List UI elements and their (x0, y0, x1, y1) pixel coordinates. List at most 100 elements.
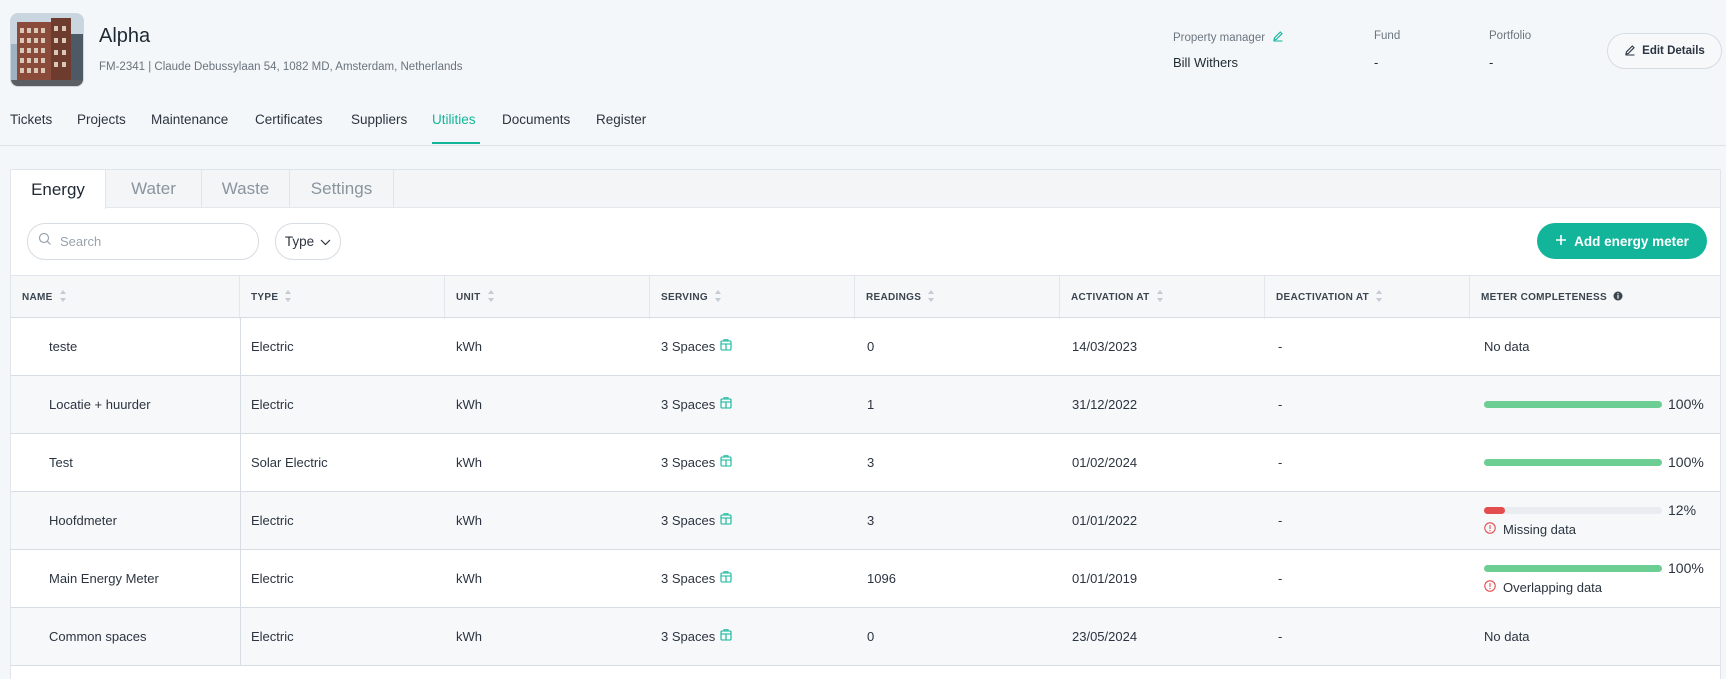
cell-readings: 1096 (867, 550, 896, 607)
column-header-completeness-text: METER COMPLETENESS (1481, 292, 1607, 303)
search-input[interactable] (60, 234, 240, 249)
tab-tickets[interactable]: Tickets (10, 112, 52, 127)
sort-icon[interactable] (714, 289, 722, 306)
cell-deactivation-text: - (1278, 339, 1283, 354)
cell-readings-text: 3 (867, 513, 875, 528)
table-row[interactable]: Main Energy Meter Electric kWh 3 Spaces 1096… (11, 550, 1720, 608)
progress-bar-fill (1484, 459, 1662, 466)
tab-suppliers[interactable]: Suppliers (351, 112, 407, 127)
cell-unit-text: kWh (456, 397, 482, 412)
cell-serving[interactable]: 3 Spaces (661, 608, 732, 665)
type-filter-dropdown[interactable]: Type (275, 223, 341, 260)
property-manager-value: Bill Withers (1173, 55, 1239, 70)
cell-serving[interactable]: 3 Spaces (661, 376, 732, 433)
cell-serving[interactable]: 3 Spaces (661, 550, 732, 607)
cell-serving[interactable]: 3 Spaces (661, 318, 732, 375)
progress-bar-fill (1484, 401, 1662, 408)
cell-name-text: Common spaces (49, 629, 147, 644)
chevron-down-icon (320, 234, 331, 249)
sort-icon[interactable] (487, 289, 495, 306)
cell-name: Test (49, 434, 73, 491)
column-header-completeness: METER COMPLETENESS (1470, 276, 1720, 319)
cell-name: teste (49, 318, 77, 375)
cell-name-text: Test (49, 455, 73, 470)
completeness-progress: 100% (1484, 376, 1714, 433)
pencil-icon (1624, 44, 1636, 59)
cell-serving-text: 3 Spaces (661, 455, 716, 470)
tab-projects[interactable]: Projects (77, 112, 126, 127)
search-box[interactable] (27, 223, 259, 260)
column-header-name-text: NAME (22, 292, 53, 303)
cell-type-text: Electric (251, 571, 294, 586)
cell-name-text: Locatie + huurder (49, 397, 151, 412)
cell-serving-text: 3 Spaces (661, 397, 716, 412)
cell-unit: kWh (456, 492, 482, 549)
spaces-icon (720, 339, 732, 354)
cell-type-text: Electric (251, 397, 294, 412)
sort-icon[interactable] (59, 289, 67, 306)
column-header-deactivation[interactable]: DEACTIVATION AT (1265, 276, 1470, 319)
cell-serving[interactable]: 3 Spaces (661, 434, 732, 491)
spaces-icon (720, 629, 732, 644)
subtab-water[interactable]: Water (106, 170, 202, 208)
cell-deactivation: - (1278, 434, 1282, 491)
cell-type: Electric (251, 608, 294, 665)
property-header: Alpha FM-2341 | Claude Debussylaan 54, 1… (0, 0, 1726, 100)
cell-serving[interactable]: 3 Spaces (661, 492, 732, 549)
edit-details-button[interactable]: Edit Details (1607, 33, 1722, 69)
tab-documents[interactable]: Documents (502, 112, 570, 127)
spaces-icon (720, 571, 732, 586)
column-header-type-text: TYPE (251, 292, 279, 303)
tab-certificates[interactable]: Certificates (255, 112, 323, 127)
column-header-serving[interactable]: SERVING (650, 276, 855, 319)
completeness-progress: 12% Missing data (1484, 492, 1714, 549)
subtab-energy[interactable]: Energy (11, 170, 106, 209)
sort-icon[interactable] (284, 289, 292, 306)
cell-activation: 01/01/2019 (1072, 550, 1137, 607)
cell-unit: kWh (456, 608, 482, 665)
table-row[interactable]: Common spaces Electric kWh 3 Spaces 0 23/05/2… (11, 608, 1720, 666)
tab-maintenance[interactable]: Maintenance (151, 112, 228, 127)
subtab-settings[interactable]: Settings (290, 170, 394, 208)
column-header-readings[interactable]: READINGS (855, 276, 1060, 319)
active-tab-indicator (432, 142, 480, 144)
cell-activation-text: 01/01/2019 (1072, 571, 1138, 586)
cell-deactivation-text: - (1278, 455, 1283, 470)
tab-utilities[interactable]: Utilities (432, 112, 476, 127)
table-row[interactable]: Hoofdmeter Electric kWh 3 Spaces 3 01/01/2022… (11, 492, 1720, 550)
sort-icon[interactable] (927, 289, 935, 306)
sort-icon[interactable] (1375, 289, 1383, 306)
table-row[interactable]: Locatie + huurder Electric kWh 3 Spaces 1 31/… (11, 376, 1720, 434)
column-divider (240, 550, 241, 607)
info-icon[interactable] (1613, 291, 1623, 304)
cell-unit: kWh (456, 376, 482, 433)
completeness-warning: Missing data (1484, 522, 1576, 537)
column-header-name[interactable]: NAME (11, 276, 240, 319)
cell-name: Main Energy Meter (49, 550, 159, 607)
column-header-activation[interactable]: ACTIVATION AT (1060, 276, 1265, 319)
table-row[interactable]: teste Electric kWh 3 Spaces 0 14/03/2023 - No d… (11, 318, 1720, 376)
add-energy-meter-button[interactable]: Add energy meter (1537, 223, 1707, 259)
cell-readings: 3 (867, 492, 874, 549)
column-header-type[interactable]: TYPE (240, 276, 445, 319)
tab-register[interactable]: Register (596, 112, 646, 127)
edit-manager-icon[interactable] (1272, 30, 1284, 45)
table-row[interactable]: Test Solar Electric kWh 3 Spaces 3 01/02/2024… (11, 434, 1720, 492)
main-tabs: Tickets Projects Maintenance Certificate… (0, 100, 1726, 146)
sort-icon[interactable] (1156, 289, 1164, 306)
progress-bar-track (1484, 401, 1662, 408)
column-header-unit[interactable]: UNIT (445, 276, 650, 319)
cell-name: Hoofdmeter (49, 492, 117, 549)
cell-activation-text: 01/02/2024 (1072, 455, 1138, 470)
cell-deactivation: - (1278, 318, 1282, 375)
cell-serving-text: 3 Spaces (661, 629, 716, 644)
cell-name-text: Hoofdmeter (49, 513, 117, 528)
progress-bar-fill (1484, 565, 1662, 572)
subtab-waste[interactable]: Waste (202, 170, 290, 208)
cell-serving-text: 3 Spaces (661, 571, 716, 586)
cell-unit: kWh (456, 550, 482, 607)
progress-bar-track (1484, 507, 1662, 514)
cell-deactivation-text: - (1278, 397, 1283, 412)
progress-bar-fill (1484, 507, 1506, 514)
cell-unit-text: kWh (456, 513, 482, 528)
